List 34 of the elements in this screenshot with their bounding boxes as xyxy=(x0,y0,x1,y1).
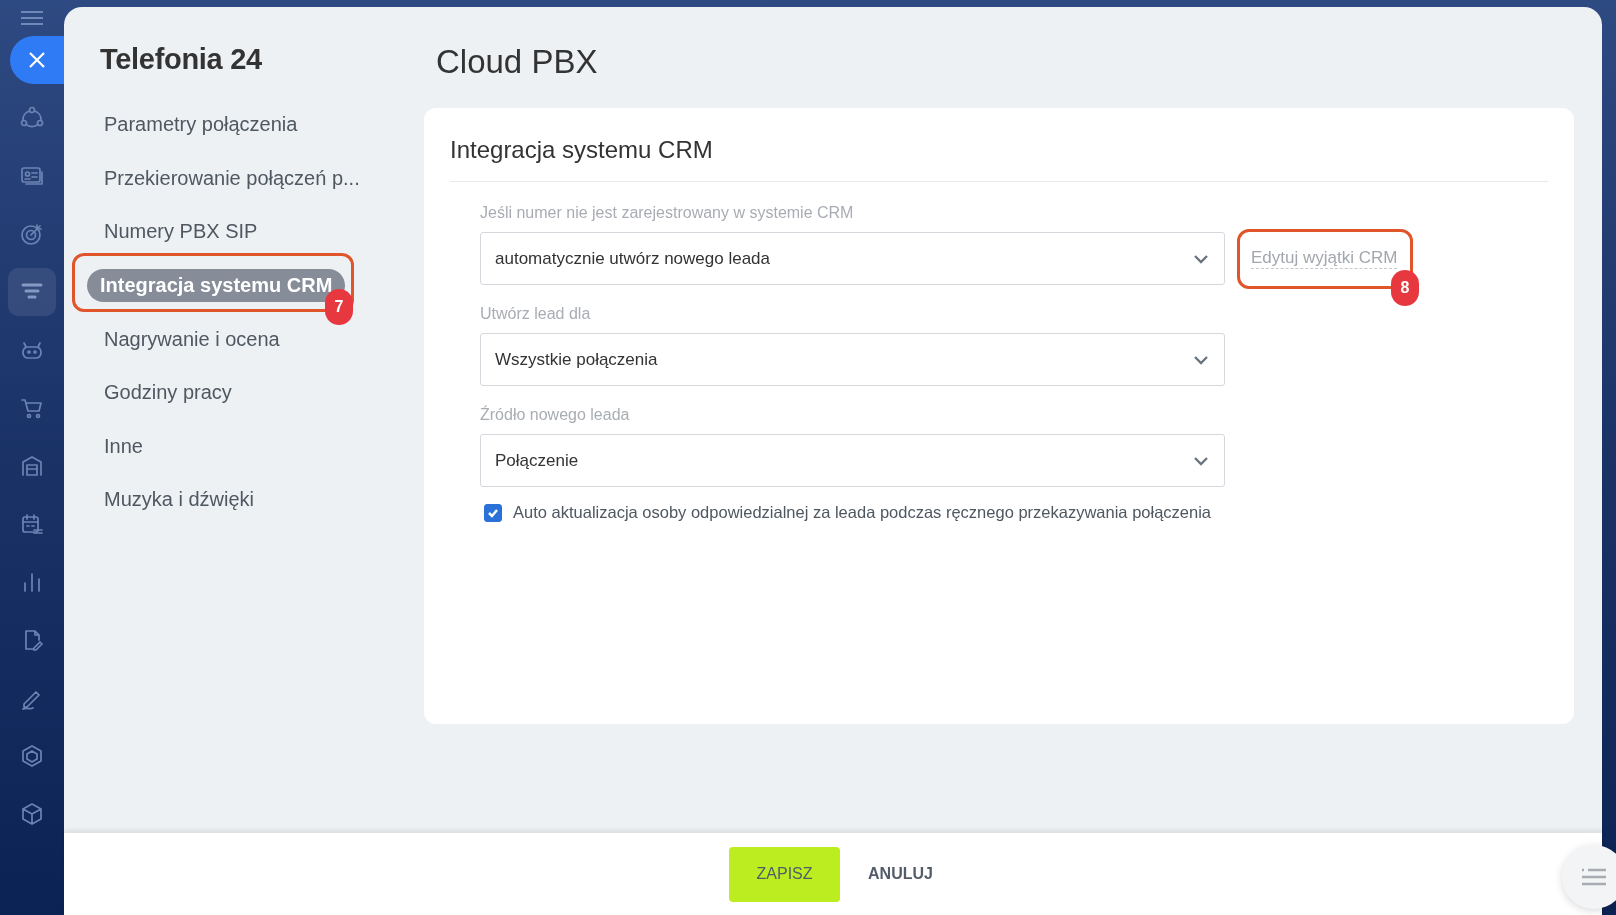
sidebar-item[interactable]: Nagrywanie i ocena xyxy=(104,327,280,351)
close-button[interactable] xyxy=(10,36,64,84)
sidebar-item[interactable]: Godziny pracy xyxy=(104,381,232,405)
field-label: Utwórz lead dla xyxy=(480,305,592,323)
cancel-button[interactable]: ANULUJ xyxy=(864,861,937,887)
cube-icon xyxy=(20,802,44,826)
select-field[interactable]: Wszystkie połączenia xyxy=(480,333,1225,386)
page-title: Cloud PBX xyxy=(436,43,599,81)
select-field[interactable]: automatycznie utwórz nowego leada xyxy=(480,232,1225,285)
sidebar-title: Telefonia 24 xyxy=(100,43,263,76)
list-icon xyxy=(1581,867,1607,887)
hexagon-icon xyxy=(20,744,44,768)
checkbox-label: Auto aktualizacja osoby odpowiedzialnej za leada podczas ręcznego przekazywania połączenia xyxy=(513,503,1212,522)
target-icon xyxy=(20,222,44,246)
sidebar-item[interactable]: Przekierowanie połączeń p... xyxy=(104,166,360,190)
nav-item[interactable] xyxy=(8,268,56,316)
connected-nodes-icon xyxy=(20,106,44,130)
save-button[interactable]: ZAPISZ xyxy=(729,846,841,902)
calendar-icon xyxy=(20,512,44,536)
step-badge: 8 xyxy=(1391,270,1419,306)
sidebar-item[interactable]: Inne xyxy=(104,434,143,458)
field-label: Źródło nowego leada xyxy=(480,406,631,424)
field-label: Jeśli numer nie jest zarejestrowany w systemie CRM xyxy=(480,204,855,222)
section-title: Integracja systemu CRM xyxy=(450,136,1548,182)
sidebar-item[interactable]: Numery PBX SIP xyxy=(104,220,258,244)
id-card-icon xyxy=(20,164,44,188)
menu-icon[interactable] xyxy=(21,10,43,26)
select-field[interactable]: Połączenie xyxy=(480,434,1225,487)
checkbox[interactable] xyxy=(484,503,502,522)
close-icon xyxy=(28,51,46,69)
sidebar-item[interactable]: Parametry połączenia xyxy=(104,113,298,137)
sidebar-item[interactable]: Muzyka i dźwięki xyxy=(104,488,255,512)
cart-icon xyxy=(20,396,44,420)
warehouse-icon xyxy=(20,454,44,478)
